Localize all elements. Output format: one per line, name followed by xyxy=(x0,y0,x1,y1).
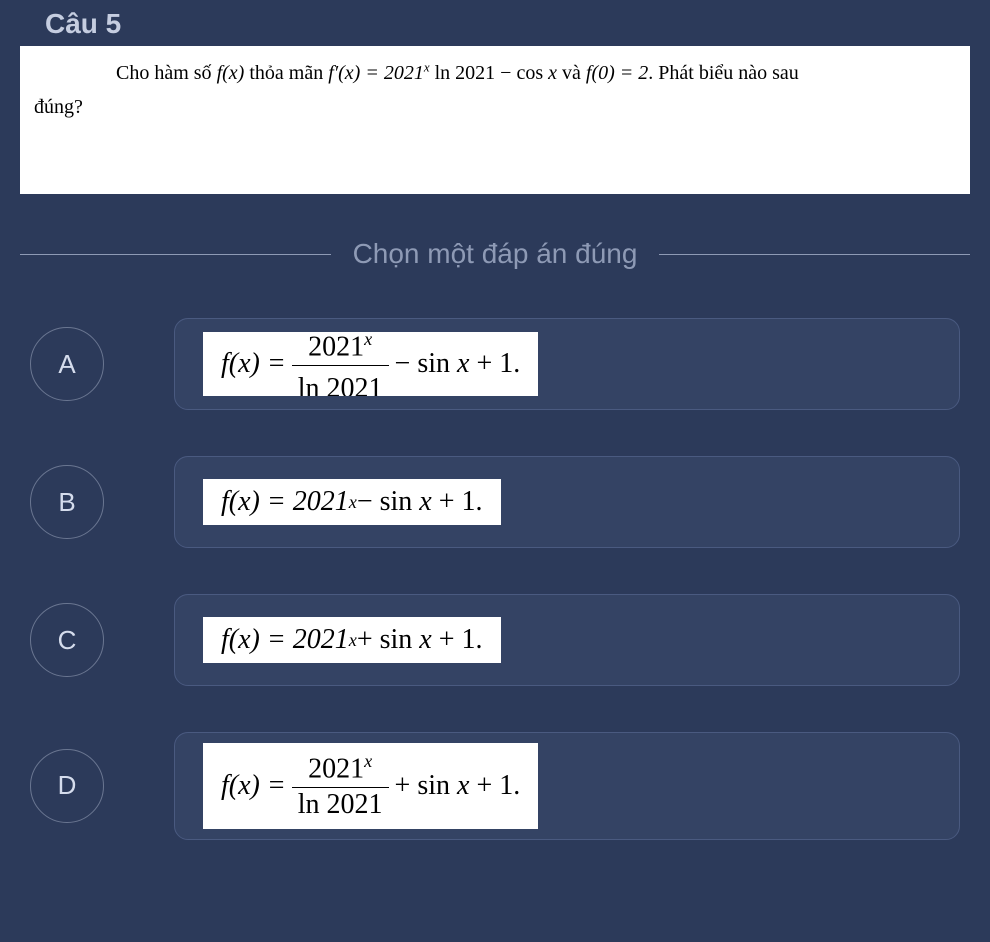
answer-formula: f(x) = 2021x − sin x + 1. xyxy=(203,479,501,526)
divider-line xyxy=(659,254,970,255)
answer-card: f(x) = 2021x ln 2021 − sin x + 1. xyxy=(174,318,960,410)
option-letter: C xyxy=(30,603,104,677)
frac-num: 2021 xyxy=(308,332,364,362)
option-b[interactable]: B f(x) = 2021x − sin x + 1. xyxy=(30,456,960,548)
frac-den: ln 2021 xyxy=(292,372,389,396)
answer-card: f(x) = 2021x ln 2021 + sin x + 1. xyxy=(174,732,960,840)
q-cosvar: x xyxy=(548,62,557,84)
q-text: ln 2021 − cos xyxy=(430,62,549,84)
options-list: A f(x) = 2021x ln 2021 − sin x + 1. B f(… xyxy=(20,318,970,840)
option-letter: A xyxy=(30,327,104,401)
formula-tail: − sin x + 1. xyxy=(395,349,521,380)
q-fx: f(x) xyxy=(217,62,245,84)
divider-text: Chọn một đáp án đúng xyxy=(331,238,660,270)
divider: Chọn một đáp án đúng xyxy=(20,238,970,270)
option-letter: B xyxy=(30,465,104,539)
q-text: và xyxy=(557,62,586,84)
option-d[interactable]: D f(x) = 2021x ln 2021 + sin x + 1. xyxy=(30,732,960,840)
divider-line xyxy=(20,254,331,255)
formula-exp: x xyxy=(349,492,357,512)
question-title: Câu 5 xyxy=(20,0,970,46)
formula-pre: f(x) = 2021 xyxy=(221,487,349,518)
option-letter: D xyxy=(30,749,104,823)
answer-formula: f(x) = 2021x ln 2021 − sin x + 1. xyxy=(203,332,538,396)
q-fprime: f′(x) = 2021 xyxy=(328,62,424,84)
answer-card: f(x) = 2021x + sin x + 1. xyxy=(174,594,960,686)
formula-prefix: f(x) = xyxy=(221,349,286,380)
question-box: Cho hàm số f(x) thỏa mãn f′(x) = 2021 x l… xyxy=(20,46,970,194)
frac-num-exp: x xyxy=(364,751,372,771)
formula-tail: + sin x + 1. xyxy=(395,771,521,802)
option-c[interactable]: C f(x) = 2021x + sin x + 1. xyxy=(30,594,960,686)
q-text: Cho hàm số xyxy=(116,62,217,84)
frac-num: 2021 xyxy=(308,753,364,784)
fraction: 2021x ln 2021 xyxy=(292,332,389,396)
formula-prefix: f(x) = xyxy=(221,771,286,802)
formula-pre: f(x) = 2021 xyxy=(221,625,349,656)
answer-formula: f(x) = 2021x ln 2021 + sin x + 1. xyxy=(203,743,538,829)
answer-formula: f(x) = 2021x + sin x + 1. xyxy=(203,617,501,664)
formula-post: + sin x + 1. xyxy=(357,625,483,656)
q-f0: f(0) = 2 xyxy=(586,62,648,84)
q-line2: đúng? xyxy=(34,90,956,124)
frac-num-exp: x xyxy=(364,332,372,349)
formula-post: − sin x + 1. xyxy=(357,487,483,518)
frac-bar xyxy=(292,365,389,366)
fraction: 2021x ln 2021 xyxy=(292,751,389,821)
answer-card: f(x) = 2021x − sin x + 1. xyxy=(174,456,960,548)
formula-exp: x xyxy=(349,630,357,650)
frac-den: ln 2021 xyxy=(292,788,389,821)
q-text: . Phát biểu nào sau xyxy=(648,62,799,84)
q-text: thỏa mãn xyxy=(244,62,328,84)
option-a[interactable]: A f(x) = 2021x ln 2021 − sin x + 1. xyxy=(30,318,960,410)
